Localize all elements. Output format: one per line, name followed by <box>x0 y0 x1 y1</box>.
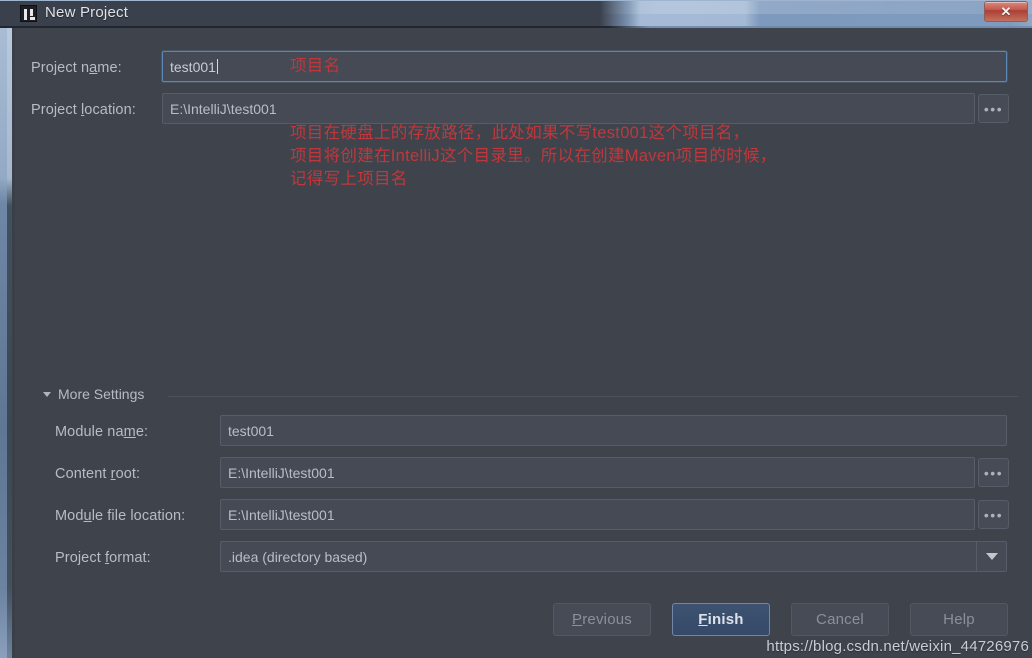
content-root-label: Content root: <box>55 466 141 482</box>
module-file-location-input[interactable]: E:\IntelliJ\test001 <box>220 499 975 530</box>
project-name-input[interactable]: test001 <box>162 51 1007 82</box>
project-name-value: test001 <box>170 58 216 75</box>
module-file-location-browse-button[interactable]: ••• <box>978 500 1009 529</box>
previous-button[interactable]: Previous <box>553 603 651 636</box>
csdn-watermark: https://blog.csdn.net/weixin_44726976 <box>766 638 1029 655</box>
ellipsis-icon: ••• <box>983 506 1004 523</box>
chevron-down-icon[interactable] <box>976 542 1006 571</box>
more-settings-label: More Settings <box>58 386 145 402</box>
project-location-value: E:\IntelliJ\test001 <box>170 100 277 117</box>
project-name-label: Project name: <box>31 60 122 76</box>
project-location-label: Project location: <box>31 102 136 118</box>
new-project-form: Project name: test001 项目名 Project locati… <box>15 0 1032 636</box>
more-settings-separator <box>168 396 1018 397</box>
annotation-project-name: 项目名 <box>290 57 341 75</box>
more-settings-toggle[interactable]: More Settings <box>43 386 144 402</box>
module-name-value: test001 <box>228 422 274 439</box>
ellipsis-icon: ••• <box>983 464 1004 481</box>
project-format-value: .idea (directory based) <box>228 548 368 565</box>
annotation-project-location-line1: 项目在硬盘上的存放路径，此处如果不写test001这个项目名， <box>290 124 750 142</box>
project-location-browse-button[interactable]: ••• <box>978 94 1009 123</box>
module-name-input[interactable]: test001 <box>220 415 1007 446</box>
content-root-input[interactable]: E:\IntelliJ\test001 <box>220 457 975 488</box>
cancel-button[interactable]: Cancel <box>791 603 889 636</box>
module-name-label: Module name: <box>55 424 149 440</box>
content-root-value: E:\IntelliJ\test001 <box>228 464 335 481</box>
chevron-down-icon <box>43 391 51 397</box>
project-format-label: Project format: <box>55 550 151 566</box>
ellipsis-icon: ••• <box>983 100 1004 117</box>
help-button[interactable]: Help <box>910 603 1008 636</box>
annotation-project-location-line3: 记得写上项目名 <box>290 170 408 188</box>
text-caret <box>216 59 218 74</box>
module-file-location-value: E:\IntelliJ\test001 <box>228 506 335 523</box>
content-root-browse-button[interactable]: ••• <box>978 458 1009 487</box>
new-project-dialog-screenshot: New Project ✕ Project name: test001 项目名 … <box>0 0 1032 658</box>
finish-button[interactable]: Finish <box>672 603 770 636</box>
project-location-input[interactable]: E:\IntelliJ\test001 <box>162 93 975 124</box>
annotation-project-location-line2: 项目将创建在IntelliJ这个目录里。所以在创建Maven项目的时候， <box>290 147 777 165</box>
module-file-location-label: Module file location: <box>55 508 186 524</box>
project-format-select[interactable]: .idea (directory based) <box>220 541 1007 572</box>
window-border-outer <box>0 28 7 658</box>
